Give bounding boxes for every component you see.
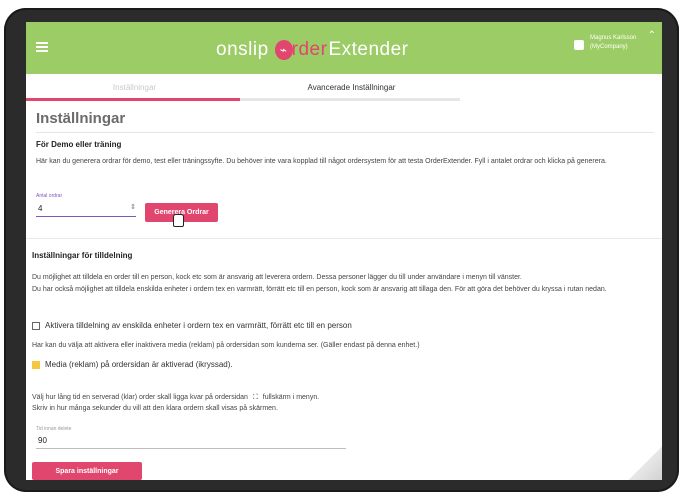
orders-count-input[interactable]: 4 ⇕ xyxy=(36,202,136,217)
chevron-up-icon[interactable]: ⌃ xyxy=(648,30,656,41)
settings-tabs: Inställningar Avancerade Inställningar xyxy=(26,74,460,100)
brand-orderextender: ⌁ rder Extender xyxy=(274,39,409,61)
stepper-icon[interactable]: ⇕ xyxy=(130,203,136,211)
tab-avancerade-installningar[interactable]: Avancerade Inställningar xyxy=(243,74,460,100)
brand-extender-text: Extender xyxy=(328,39,409,60)
user-name: Magnus Karlsson xyxy=(590,35,637,41)
section-divider xyxy=(26,238,662,239)
tab-installningar[interactable]: Inställningar xyxy=(26,74,243,100)
assign-units-checkbox-label: Aktivera tilldelning av enskilda enheter… xyxy=(45,321,352,330)
orders-count-value: 4 xyxy=(38,204,43,213)
brand-logo: onslip ⌁ rder Extender xyxy=(216,36,409,64)
media-checkbox[interactable] xyxy=(32,360,40,369)
time-description: Välj hur lång tid en serverad (klar) ord… xyxy=(32,392,652,414)
media-checkbox-label: Media (reklam) på ordersidan är aktivera… xyxy=(45,360,233,369)
user-menu[interactable]: Magnus Karlsson (MyCompany) xyxy=(574,34,636,52)
hamburger-menu-icon[interactable] xyxy=(36,42,48,52)
save-settings-button[interactable]: Spara inställningar xyxy=(32,462,142,480)
time-text-part1: Välj hur lång tid en serverad (klar) ord… xyxy=(32,394,248,401)
tab-indicator-active xyxy=(26,98,240,101)
assign-units-checkbox[interactable] xyxy=(32,321,40,330)
brand-order-text: rder xyxy=(291,39,328,60)
assignment-section-text: Du möjlighet att tilldela en order till … xyxy=(32,272,656,296)
orders-count-label: Antal ordrar xyxy=(36,193,63,199)
page-title: Inställningar xyxy=(36,110,126,127)
tab-indicator-track xyxy=(26,98,460,101)
delete-time-input[interactable]: 90 xyxy=(36,434,346,449)
delete-time-value: 90 xyxy=(38,436,47,445)
delete-time-label: Tid innan delete xyxy=(36,426,72,432)
assignment-section-title: Inställningar för tilldelning xyxy=(32,251,133,260)
demo-section-title: För Demo eller träning xyxy=(36,140,122,149)
user-icon xyxy=(574,40,584,50)
demo-section-text: Här kan du generera ordrar för demo, tes… xyxy=(36,158,607,165)
assignment-text: Du möjlighet att tilldela en order till … xyxy=(32,274,607,293)
brand-o-icon: ⌁ xyxy=(274,40,293,60)
page-curl-decoration xyxy=(624,446,662,480)
assign-units-checkbox-row[interactable]: Aktivera tilldelning av enskilda enheter… xyxy=(32,321,352,330)
title-divider xyxy=(36,132,654,133)
time-text-part2: fullskärm i menyn. xyxy=(262,394,320,401)
app-screen: onslip ⌁ rder Extender Magnus Karlsson (… xyxy=(26,22,662,480)
time-text-line2: Skriv in hur många sekunder du vill att … xyxy=(32,405,278,412)
media-checkbox-row[interactable]: Media (reklam) på ordersidan är aktivera… xyxy=(32,360,233,369)
fullscreen-icon: ⛶ xyxy=(252,394,258,401)
pointer-cursor-icon xyxy=(173,214,184,227)
media-description: Har kan du välja att aktivera eller inak… xyxy=(32,342,420,349)
app-header: onslip ⌁ rder Extender Magnus Karlsson (… xyxy=(26,22,662,74)
brand-onslip: onslip xyxy=(216,39,269,60)
user-company: (MyCompany) xyxy=(590,44,628,50)
